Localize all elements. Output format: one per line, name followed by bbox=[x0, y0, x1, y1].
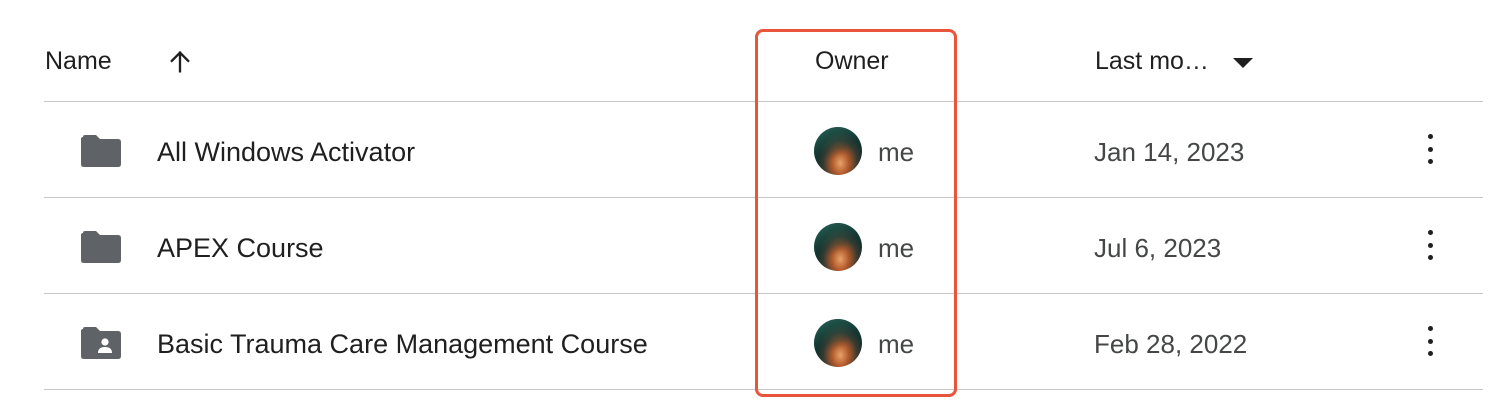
caret-down-icon[interactable] bbox=[1231, 56, 1255, 70]
last-modified-value: Feb 28, 2022 bbox=[1094, 329, 1248, 359]
folder-icon bbox=[80, 134, 122, 168]
owner-value: me bbox=[878, 233, 915, 263]
arrow-up-icon[interactable] bbox=[166, 48, 194, 76]
file-name[interactable]: Basic Trauma Care Management Course bbox=[157, 327, 648, 361]
more-vert-icon[interactable] bbox=[1417, 230, 1443, 260]
shared-folder-icon bbox=[80, 326, 122, 360]
more-vert-icon[interactable] bbox=[1417, 134, 1443, 164]
table-row[interactable]: APEX Course me Jul 6, 2023 bbox=[44, 198, 1483, 294]
table-row[interactable]: Basic Trauma Care Management Course me F… bbox=[44, 294, 1483, 390]
last-modified-value: Jul 6, 2023 bbox=[1094, 233, 1222, 263]
folder-icon bbox=[80, 230, 122, 264]
owner-value: me bbox=[878, 329, 915, 359]
owner-column-header[interactable]: Owner bbox=[815, 46, 889, 76]
last-modified-value: Jan 14, 2023 bbox=[1094, 137, 1245, 167]
file-name[interactable]: APEX Course bbox=[157, 231, 324, 265]
owner-value: me bbox=[878, 137, 915, 167]
avatar bbox=[814, 127, 862, 175]
avatar bbox=[814, 223, 862, 271]
table-row[interactable]: All Windows Activator me Jan 14, 2023 bbox=[44, 102, 1483, 198]
name-column-header[interactable]: Name bbox=[45, 46, 112, 76]
file-name[interactable]: All Windows Activator bbox=[157, 135, 415, 169]
last-modified-column-header[interactable]: Last mo… bbox=[1095, 46, 1209, 76]
file-list: Name Owner Last mo… All Windows Activato… bbox=[44, 0, 1483, 390]
file-list-header: Name Owner Last mo… bbox=[44, 0, 1483, 102]
avatar bbox=[814, 319, 862, 367]
more-vert-icon[interactable] bbox=[1417, 326, 1443, 356]
